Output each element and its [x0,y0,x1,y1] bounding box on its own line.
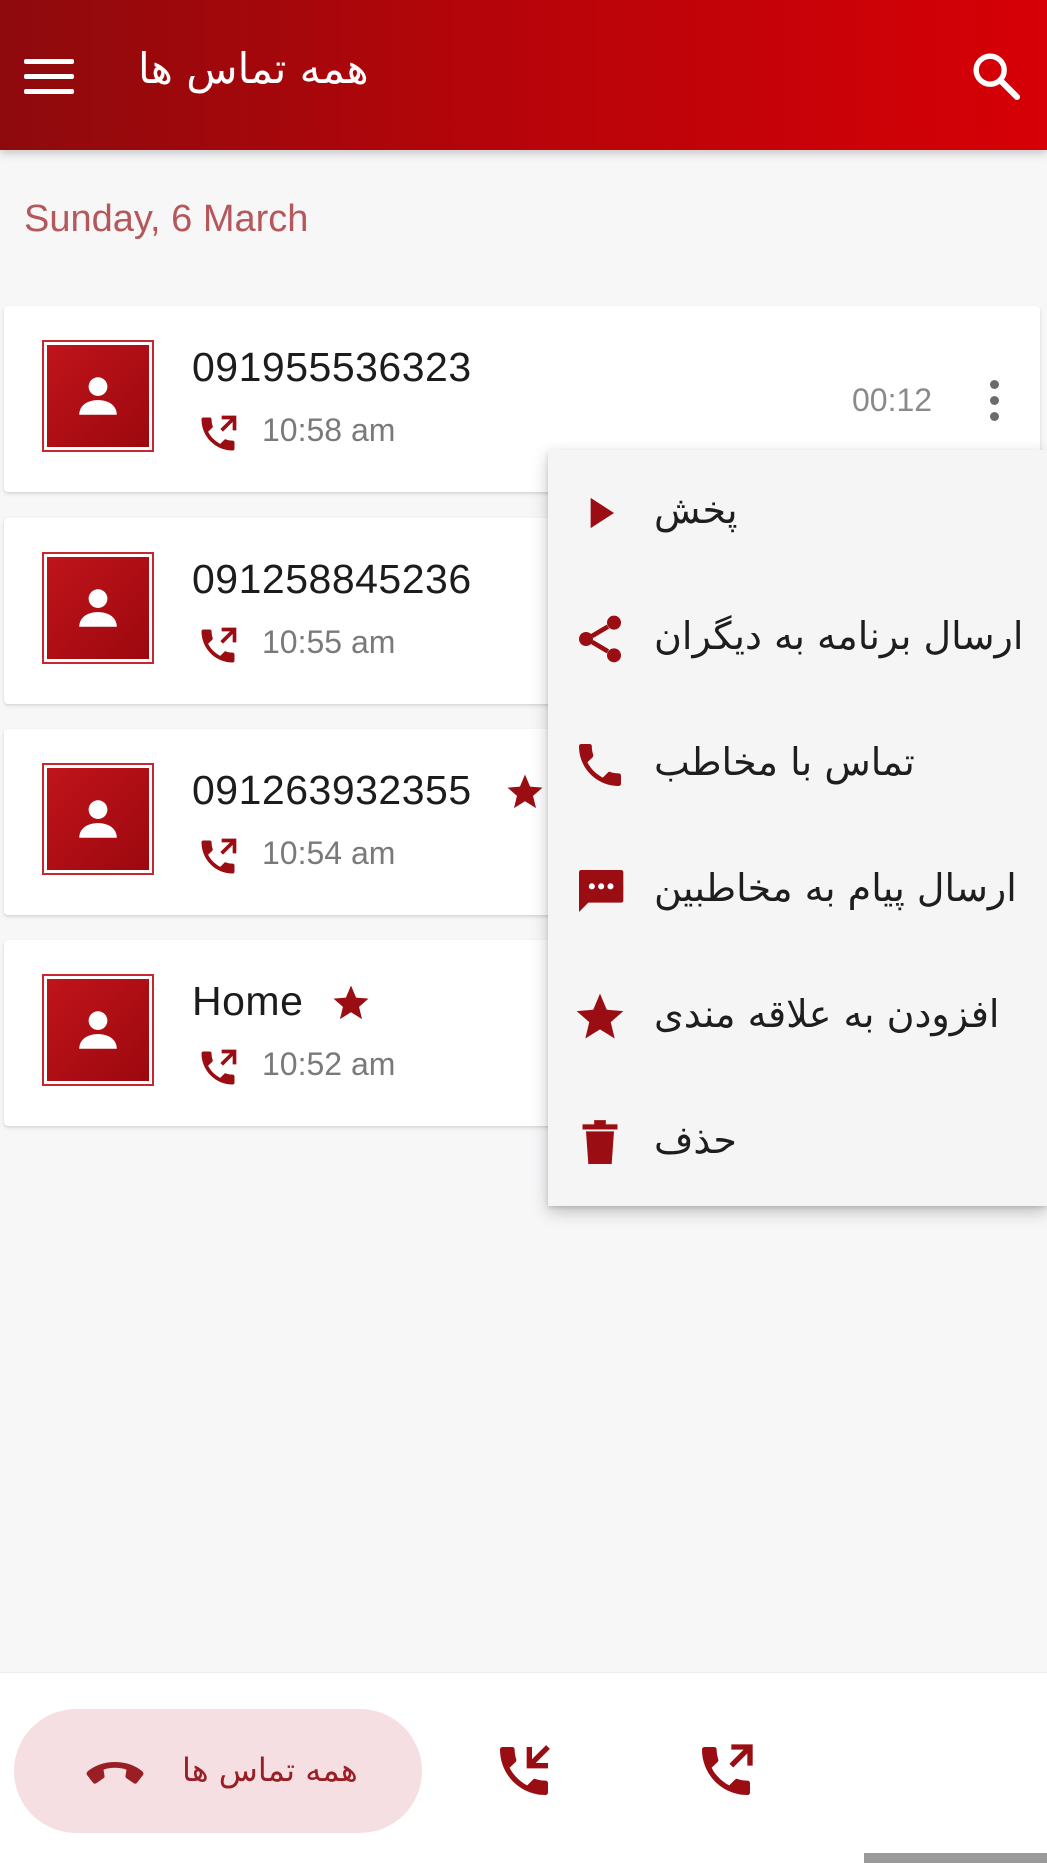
call-time: 10:58 am [262,412,396,448]
app-bar: همه تماس ها [0,0,1047,150]
menu-item-label: افزودن به علاقه مندی [654,992,1000,1036]
menu-item-label: حذف [654,1118,737,1162]
search-icon[interactable] [968,48,1024,104]
context-menu: پخش ارسال برنامه به دیگران تماس با مخاطب… [548,450,1047,1206]
menu-item-delete[interactable]: حذف [548,1080,1047,1206]
menu-item-send-message[interactable]: ارسال پیام به مخاطبین [548,828,1047,954]
menu-item-label: پخش [654,488,738,532]
menu-item-share[interactable]: ارسال برنامه به دیگران [548,576,1047,702]
phone-icon [572,737,628,793]
outgoing-call-icon [196,835,240,879]
contact-avatar [42,974,154,1086]
outgoing-call-icon [196,1046,240,1090]
gesture-bar [864,1853,1047,1863]
star-icon [572,989,628,1045]
date-header: Sunday, 6 March [24,198,309,240]
play-icon [572,485,628,541]
outgoing-call-icon [196,412,240,456]
outgoing-call-icon [196,624,240,668]
call-name: Home [192,978,304,1024]
menu-item-play[interactable]: پخش [548,450,1047,576]
hang-up-phone-icon [80,1747,150,1797]
tab-all-calls-label: همه تماس ها [182,1751,358,1789]
page-title: همه تماس ها [138,44,369,93]
menu-item-label: تماس با مخاطب [654,740,915,784]
call-duration: 00:12 [852,382,933,418]
incoming-call-icon[interactable] [492,1739,556,1803]
tab-all-calls[interactable]: همه تماس ها [14,1709,422,1833]
menu-item-label: ارسال پیام به مخاطبین [654,866,1017,910]
call-number: 091955536323 [192,344,472,390]
call-number: 091263932355 [192,767,472,813]
menu-item-call-contact[interactable]: تماس با مخاطب [548,702,1047,828]
call-time: 10:52 am [262,1046,396,1082]
more-options-icon[interactable] [974,372,1014,428]
call-time: 10:54 am [262,835,396,871]
bottom-navigation: همه تماس ها [0,1672,1047,1864]
favorite-star-icon [504,771,546,813]
trash-icon [572,1115,628,1171]
call-number: 091258845236 [192,556,472,602]
contact-avatar [42,340,154,452]
message-icon [572,863,628,919]
hamburger-menu-icon[interactable] [24,46,84,106]
menu-item-label: ارسال برنامه به دیگران [654,614,1024,658]
call-time: 10:55 am [262,624,396,660]
contact-avatar [42,552,154,664]
share-icon [572,611,628,667]
favorite-star-icon [330,982,372,1024]
outgoing-call-icon[interactable] [694,1739,758,1803]
contact-avatar [42,763,154,875]
menu-item-add-favorite[interactable]: افزودن به علاقه مندی [548,954,1047,1080]
